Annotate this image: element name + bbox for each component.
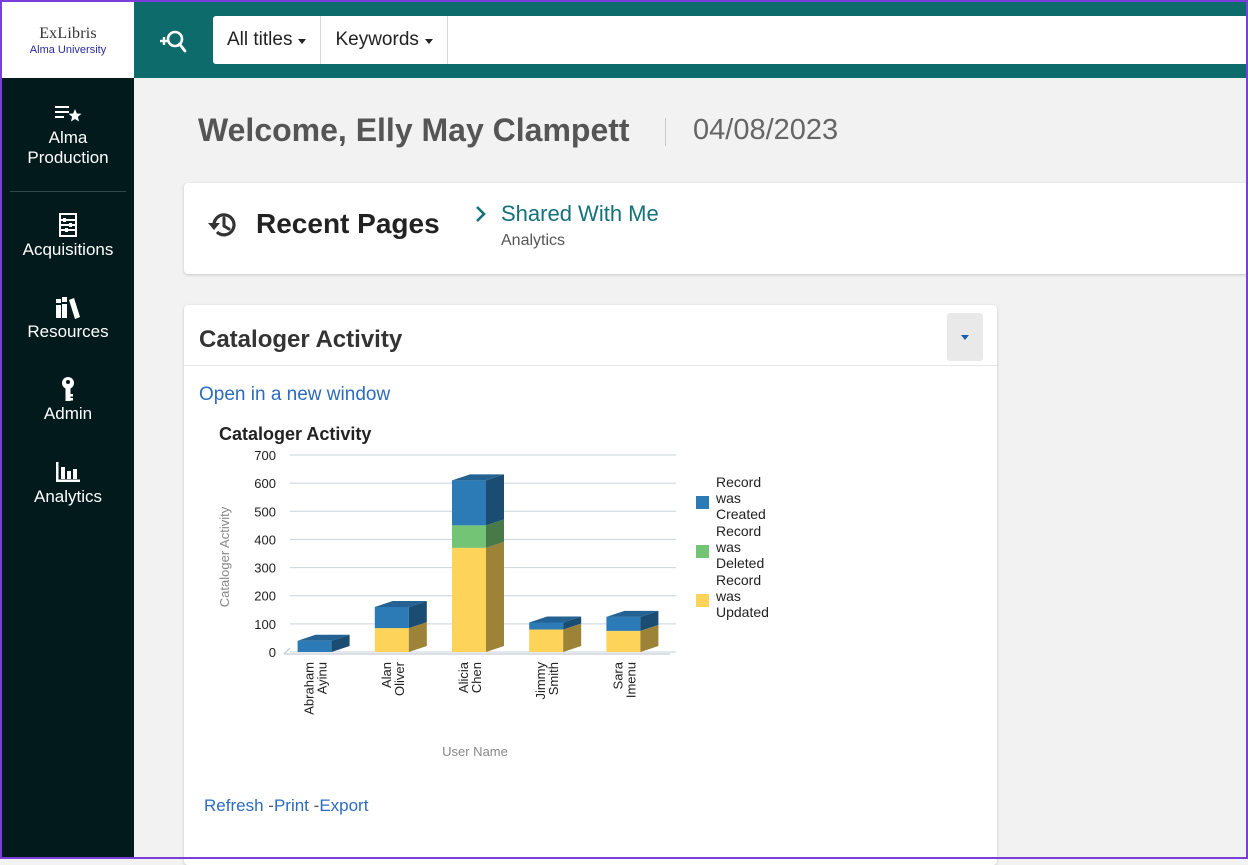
chevron-right-icon <box>474 205 488 228</box>
x-tick-label: Imenu <box>623 662 638 698</box>
sidebar-item-alma-production[interactable]: Alma Production <box>2 102 134 168</box>
legend-label: Created <box>716 506 766 522</box>
bar-side <box>486 474 504 526</box>
legend-label: was <box>715 539 741 555</box>
y-tick-label: 400 <box>254 532 276 547</box>
print-link[interactable]: Print <box>274 796 309 815</box>
open-new-window-link[interactable]: Open in a new window <box>199 384 390 406</box>
sidebar-item-label: Admin <box>43 404 93 423</box>
search-field-dropdown[interactable]: Keywords <box>321 16 448 64</box>
sidebar-item-label: Acquisitions <box>22 240 114 259</box>
cataloger-activity-card: Cataloger Activity Open in a new window … <box>184 305 997 865</box>
chart-title: Cataloger Activity <box>219 424 371 444</box>
search-bar: All titles Keywords <box>213 16 1248 64</box>
sidebar-item-acquisitions[interactable]: Acquisitions <box>2 213 134 260</box>
search-input[interactable] <box>447 16 1248 64</box>
shared-with-me-link[interactable]: Shared With Me <box>501 201 659 227</box>
sidebar-item-label: Resources <box>27 322 109 341</box>
bar-segment <box>297 640 332 652</box>
legend-swatch <box>696 594 709 607</box>
sidebar-item-analytics[interactable]: Analytics <box>2 461 134 507</box>
search-field-label: Keywords <box>335 29 419 50</box>
logo[interactable]: ExLibris Alma University <box>2 2 134 78</box>
key-icon <box>59 377 77 401</box>
export-link[interactable]: Export <box>319 796 368 815</box>
x-tick-label: Ayinu <box>315 662 330 694</box>
welcome-divider <box>665 118 666 146</box>
report-actions: Refresh -Print -Export <box>204 796 368 816</box>
sidebar-item-admin[interactable]: Admin <box>2 377 134 424</box>
legend-label: Updated <box>716 604 769 620</box>
y-axis-label: Cataloger Activity <box>217 506 232 607</box>
y-tick-label: 500 <box>254 504 276 519</box>
x-tick-label: Smith <box>546 662 561 695</box>
chevron-down-icon <box>424 38 433 44</box>
shared-with-me-subtitle: Analytics <box>501 232 566 249</box>
advanced-search-button[interactable] <box>152 22 192 62</box>
history-icon <box>206 208 240 247</box>
sidebar-item-label: Analytics <box>33 487 103 506</box>
legend-label: was <box>715 588 741 604</box>
x-axis-label: User Name <box>442 744 508 759</box>
refresh-link[interactable]: Refresh <box>204 796 264 815</box>
bar-segment <box>374 628 409 652</box>
sidebar-divider <box>10 191 126 192</box>
sidebar: Alma Production Acquisitions Resources A… <box>2 78 134 857</box>
bar-segment <box>606 616 641 631</box>
sidebar-item-resources[interactable]: Resources <box>2 296 134 342</box>
y-tick-label: 300 <box>254 561 276 576</box>
search-scope-label: All titles <box>227 29 293 50</box>
search-scope-dropdown[interactable]: All titles <box>213 16 322 64</box>
recent-pages-title: Recent Pages <box>256 208 440 239</box>
chevron-down-icon <box>961 334 969 340</box>
bar-segment <box>452 547 486 652</box>
y-tick-label: 600 <box>254 476 276 491</box>
bar-side <box>486 541 504 652</box>
bar-segment <box>452 525 486 548</box>
bar-segment <box>529 629 564 652</box>
legend-label: Record <box>716 523 761 539</box>
legend-label: Record <box>716 474 761 490</box>
bar-segment <box>374 606 409 629</box>
legend-swatch <box>696 545 709 558</box>
bar-segment <box>529 622 564 630</box>
bar-segment <box>452 480 486 526</box>
y-tick-label: 700 <box>254 448 276 463</box>
star-list-icon <box>53 102 83 124</box>
axis-floor <box>283 647 291 655</box>
recent-pages-card: Recent Pages Shared With Me Analytics <box>184 183 1248 274</box>
x-tick-label: Oliver <box>392 661 407 696</box>
legend-swatch <box>696 496 709 509</box>
card-title: Cataloger Activity <box>199 326 403 353</box>
sidebar-item-label: Production <box>27 148 109 167</box>
abacus-icon <box>57 213 79 237</box>
logo-main: ExLibris <box>39 24 97 42</box>
bar-chart-icon <box>54 461 82 483</box>
advanced-search-icon <box>160 30 187 53</box>
y-tick-label: 100 <box>254 617 276 632</box>
bar-segment <box>606 630 641 652</box>
logo-sub: Alma University <box>29 43 107 56</box>
legend-label: Deleted <box>716 555 764 571</box>
sidebar-item-label: Alma <box>48 128 88 147</box>
cataloger-activity-chart: Cataloger Activity 0 100 200 300 400 500 600 700… <box>217 424 769 759</box>
books-icon <box>54 296 82 319</box>
chevron-down-icon <box>298 38 307 44</box>
card-header: Cataloger Activity <box>184 305 997 366</box>
legend-label: Record <box>716 572 761 588</box>
legend-label: was <box>715 490 741 506</box>
x-tick-label: Chen <box>469 662 484 693</box>
card-menu-button[interactable] <box>947 313 983 361</box>
y-tick-label: 0 <box>269 645 276 660</box>
welcome-date: 04/08/2023 <box>693 114 839 146</box>
y-tick-label: 200 <box>254 589 276 604</box>
welcome-greeting: Welcome, Elly May Clampett <box>198 112 630 148</box>
